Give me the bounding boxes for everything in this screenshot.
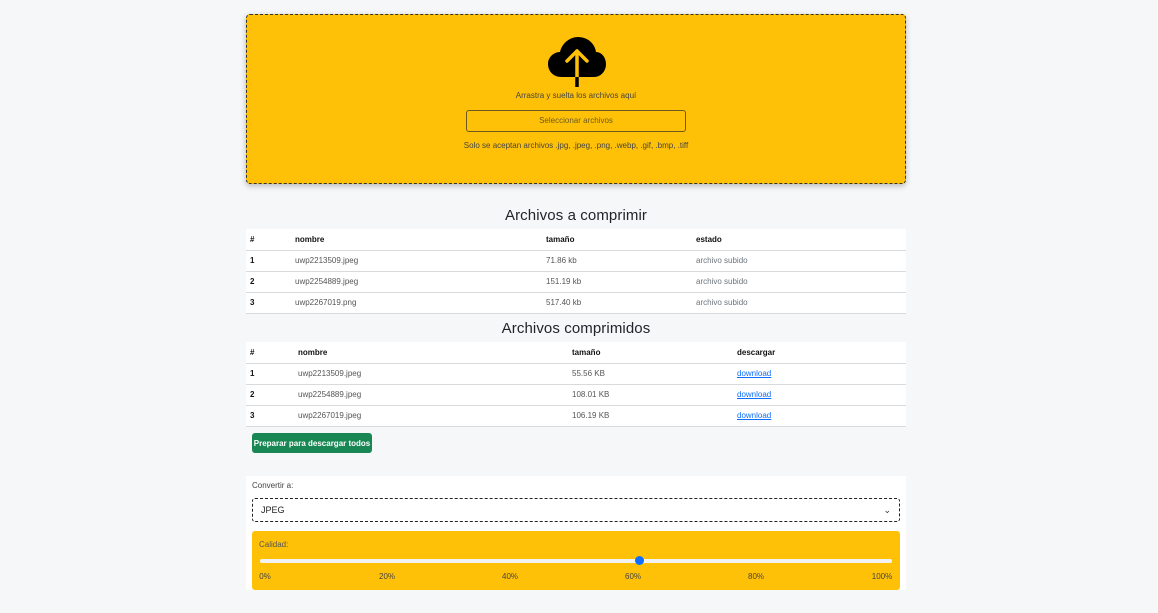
tick-label: 80%	[747, 572, 765, 581]
download-cell: download	[733, 363, 906, 385]
quality-slider[interactable]	[260, 556, 892, 565]
file-status: archivo subido	[692, 292, 906, 314]
compressed-files-title: Archivos comprimidos	[501, 320, 651, 337]
download-link[interactable]: download	[737, 390, 771, 399]
tick-label: 40%	[501, 572, 519, 581]
row-number: 1	[246, 363, 294, 385]
table-row: 3 uwp2267019.png 517.40 kb archivo subid…	[246, 292, 906, 314]
file-name: uwp2267019.png	[291, 292, 542, 314]
file-size: 517.40 kb	[542, 292, 692, 314]
format-select[interactable]: JPEG ⌄	[252, 498, 900, 522]
quality-label: Calidad:	[259, 540, 289, 549]
row-number: 1	[246, 250, 291, 272]
column-header: tamaño	[568, 342, 733, 364]
compressed-files-table: # nombre tamaño descargar 1 uwp2213509.j…	[246, 342, 906, 427]
download-all-button[interactable]: Preparar para descargar todos	[252, 433, 372, 453]
uploaded-files-title: Archivos a comprimir	[504, 207, 648, 224]
table-row: 1 uwp2213509.jpeg 71.86 kb archivo subid…	[246, 250, 906, 272]
drop-instructions: Arrastra y suelta los archivos aquí	[515, 91, 637, 100]
file-name: uwp2213509.jpeg	[294, 363, 568, 385]
column-header: #	[246, 342, 294, 364]
file-size: 55.56 KB	[568, 363, 733, 385]
file-name: uwp2213509.jpeg	[291, 250, 542, 272]
uploaded-files-table: # nombre tamaño estado 1 uwp2213509.jpeg…	[246, 229, 906, 314]
quality-slider-thumb[interactable]	[635, 556, 645, 565]
table-header-row: # nombre tamaño descargar	[246, 342, 906, 364]
convert-label: Convertir a:	[252, 481, 294, 490]
column-header: nombre	[291, 229, 542, 251]
cloud-upload-icon	[548, 37, 606, 87]
file-size: 151.19 kb	[542, 271, 692, 293]
file-drop-zone[interactable]: Arrastra y suelta los archivos aquí Sele…	[246, 14, 906, 184]
column-header: estado	[692, 229, 906, 251]
row-number: 3	[246, 405, 294, 427]
column-header: descargar	[733, 342, 906, 364]
tick-label: 100%	[871, 572, 893, 581]
tick-label: 0%	[259, 572, 271, 581]
file-status: archivo subido	[692, 250, 906, 272]
table-row: 3 uwp2267019.jpeg 106.19 KB download	[246, 405, 906, 427]
table-header-row: # nombre tamaño estado	[246, 229, 906, 251]
row-number: 3	[246, 292, 291, 314]
quality-panel: Calidad: 0% 20% 40% 60% 80% 100%	[252, 531, 900, 590]
tick-label: 20%	[378, 572, 396, 581]
table-row: 1 uwp2213509.jpeg 55.56 KB download	[246, 363, 906, 385]
select-files-button[interactable]: Seleccionar archivos	[466, 110, 686, 132]
chevron-down-icon: ⌄	[883, 505, 891, 515]
tick-label: 60%	[624, 572, 642, 581]
file-name: uwp2267019.jpeg	[294, 405, 568, 427]
table-row: 2 uwp2254889.jpeg 108.01 KB download	[246, 384, 906, 406]
column-header: tamaño	[542, 229, 692, 251]
download-link[interactable]: download	[737, 411, 771, 420]
file-size: 106.19 KB	[568, 405, 733, 427]
file-name: uwp2254889.jpeg	[291, 271, 542, 293]
row-number: 2	[246, 271, 291, 293]
row-number: 2	[246, 384, 294, 406]
convert-panel: Convertir a: JPEG ⌄ Calidad: 0% 20% 40% …	[246, 476, 906, 590]
file-name: uwp2254889.jpeg	[294, 384, 568, 406]
quality-ticks: 0% 20% 40% 60% 80% 100%	[252, 572, 900, 582]
table-row: 2 uwp2254889.jpeg 151.19 kb archivo subi…	[246, 271, 906, 293]
file-size: 71.86 kb	[542, 250, 692, 272]
download-cell: download	[733, 405, 906, 427]
download-link[interactable]: download	[737, 369, 771, 378]
column-header: nombre	[294, 342, 568, 364]
main-container: Arrastra y suelta los archivos aquí Sele…	[246, 14, 906, 590]
format-selected-value: JPEG	[261, 505, 285, 515]
download-cell: download	[733, 384, 906, 406]
accepted-formats-text: Solo se aceptan archivos .jpg, .jpeg, .p…	[463, 141, 689, 150]
file-status: archivo subido	[692, 271, 906, 293]
column-header: #	[246, 229, 291, 251]
file-size: 108.01 KB	[568, 384, 733, 406]
